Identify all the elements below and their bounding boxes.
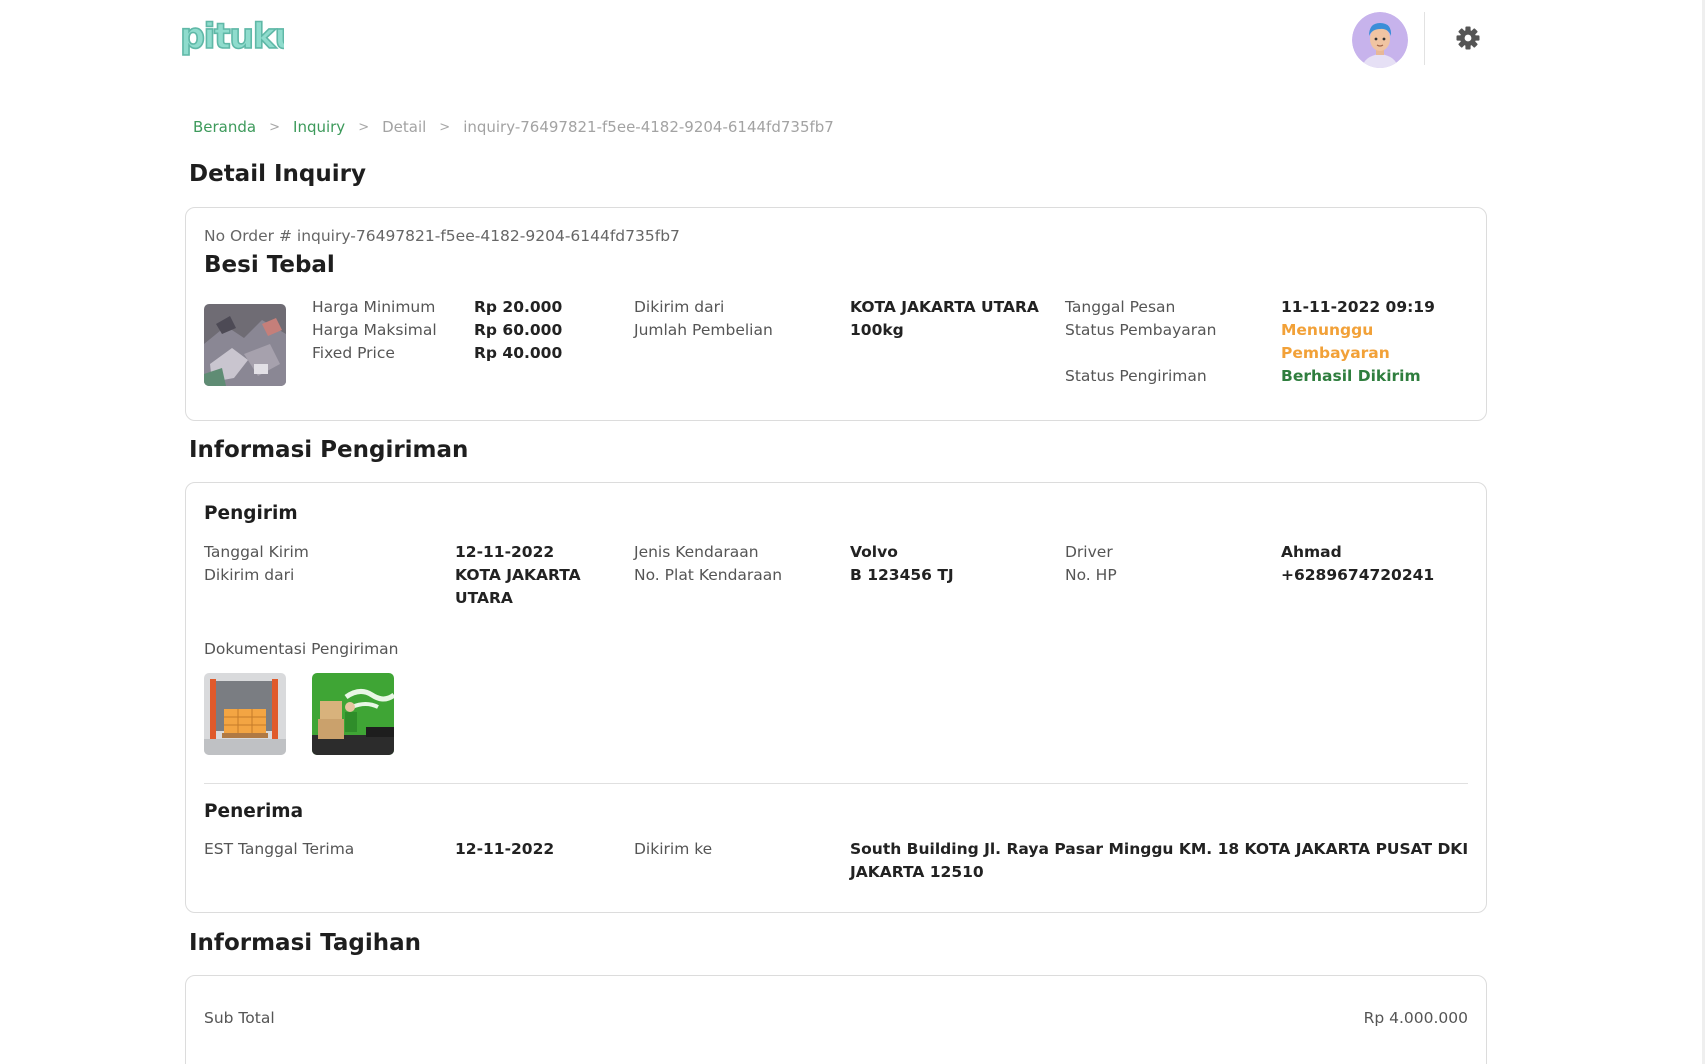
penerima-title: Penerima	[204, 801, 304, 822]
no-hp-value: +6289674720241	[1281, 566, 1435, 584]
fixed-price-value: Rp 40.000	[474, 344, 563, 362]
billing-section-title: Informasi Tagihan	[189, 930, 422, 956]
jenis-kendaraan-value: Volvo	[850, 543, 898, 561]
tanggal-kirim-label: Tanggal Kirim	[204, 543, 309, 561]
header-divider	[1424, 12, 1425, 65]
breadcrumb-beranda[interactable]: Beranda	[193, 118, 256, 136]
no-hp-label: No. HP	[1065, 566, 1117, 584]
status-pembayaran-value-line2: Pembayaran	[1281, 344, 1390, 362]
inquiry-card: No Order # inquiry-76497821-f5ee-4182-92…	[185, 207, 1487, 421]
order-number: No Order # inquiry-76497821-f5ee-4182-92…	[204, 227, 680, 245]
shipping-card: Pengirim Tanggal Kirim 12-11-2022 Dikiri…	[185, 482, 1487, 913]
plat-kendaraan-label: No. Plat Kendaraan	[634, 566, 783, 584]
tanggal-kirim-value: 12-11-2022	[455, 543, 555, 561]
shipping-photo[interactable]	[204, 673, 286, 755]
pituku-logo[interactable]: pituku	[178, 14, 300, 58]
subtotal-label: Sub Total	[204, 1009, 275, 1027]
dikirim-dari-value: KOTA JAKARTA UTARA	[850, 298, 1039, 316]
pengirim-dikirim-dari-label: Dikirim dari	[204, 566, 295, 584]
pengirim-dikirim-dari-value: KOTA JAKARTA	[455, 566, 581, 584]
shipping-section-title: Informasi Pengiriman	[189, 437, 469, 463]
status-pengiriman-value: Berhasil Dikirim	[1281, 367, 1421, 385]
breadcrumb-inquiry[interactable]: Inquiry	[293, 118, 345, 136]
tanggal-pesan-label: Tanggal Pesan	[1065, 298, 1176, 316]
driver-value: Ahmad	[1281, 543, 1342, 561]
page-title: Detail Inquiry	[189, 161, 366, 187]
status-pengiriman-label: Status Pengiriman	[1065, 367, 1207, 385]
jumlah-pembelian-label: Jumlah Pembelian	[634, 321, 773, 339]
jumlah-pembelian-value: 100kg	[850, 321, 904, 339]
breadcrumb: Beranda > Inquiry > Detail > inquiry-764…	[193, 118, 834, 136]
product-name: Besi Tebal	[204, 252, 335, 278]
gear-icon[interactable]	[1454, 24, 1482, 52]
product-image[interactable]	[204, 304, 286, 386]
status-pembayaran-value: Menunggu	[1281, 321, 1374, 339]
dokumentasi-label: Dokumentasi Pengiriman	[204, 640, 399, 658]
harga-maksimal-value: Rp 60.000	[474, 321, 563, 339]
harga-minimum-label: Harga Minimum	[312, 298, 436, 316]
svg-text:pituku: pituku	[180, 17, 284, 57]
dikirim-ke-value-line2: JAKARTA 12510	[850, 863, 984, 881]
jenis-kendaraan-label: Jenis Kendaraan	[634, 543, 759, 561]
status-pembayaran-label: Status Pembayaran	[1065, 321, 1217, 339]
tanggal-pesan-value: 11-11-2022 09:19	[1281, 298, 1435, 316]
pengirim-dikirim-dari-value-line2: UTARA	[455, 589, 513, 607]
breadcrumb-current: inquiry-76497821-f5ee-4182-9204-6144fd73…	[463, 118, 834, 136]
harga-minimum-value: Rp 20.000	[474, 298, 563, 316]
breadcrumb-separator: >	[358, 119, 370, 135]
dikirim-ke-value: South Building Jl. Raya Pasar Minggu KM.…	[850, 840, 1469, 858]
dikirim-ke-label: Dikirim ke	[634, 840, 713, 858]
avatar[interactable]	[1352, 12, 1408, 68]
breadcrumb-detail: Detail	[382, 118, 427, 136]
driver-label: Driver	[1065, 543, 1113, 561]
billing-card: Sub Total Rp 4.000.000	[185, 975, 1487, 1064]
breadcrumb-separator: >	[439, 119, 451, 135]
shipping-photo[interactable]	[312, 673, 394, 755]
harga-maksimal-label: Harga Maksimal	[312, 321, 437, 339]
est-tanggal-terima-value: 12-11-2022	[455, 840, 555, 858]
breadcrumb-separator: >	[269, 119, 281, 135]
dikirim-dari-label: Dikirim dari	[634, 298, 725, 316]
fixed-price-label: Fixed Price	[312, 344, 395, 362]
plat-kendaraan-value: B 123456 TJ	[850, 566, 954, 584]
section-divider	[204, 783, 1468, 784]
pengirim-title: Pengirim	[204, 503, 298, 524]
subtotal-value: Rp 4.000.000	[1363, 1009, 1468, 1027]
est-tanggal-terima-label: EST Tanggal Terima	[204, 840, 355, 858]
